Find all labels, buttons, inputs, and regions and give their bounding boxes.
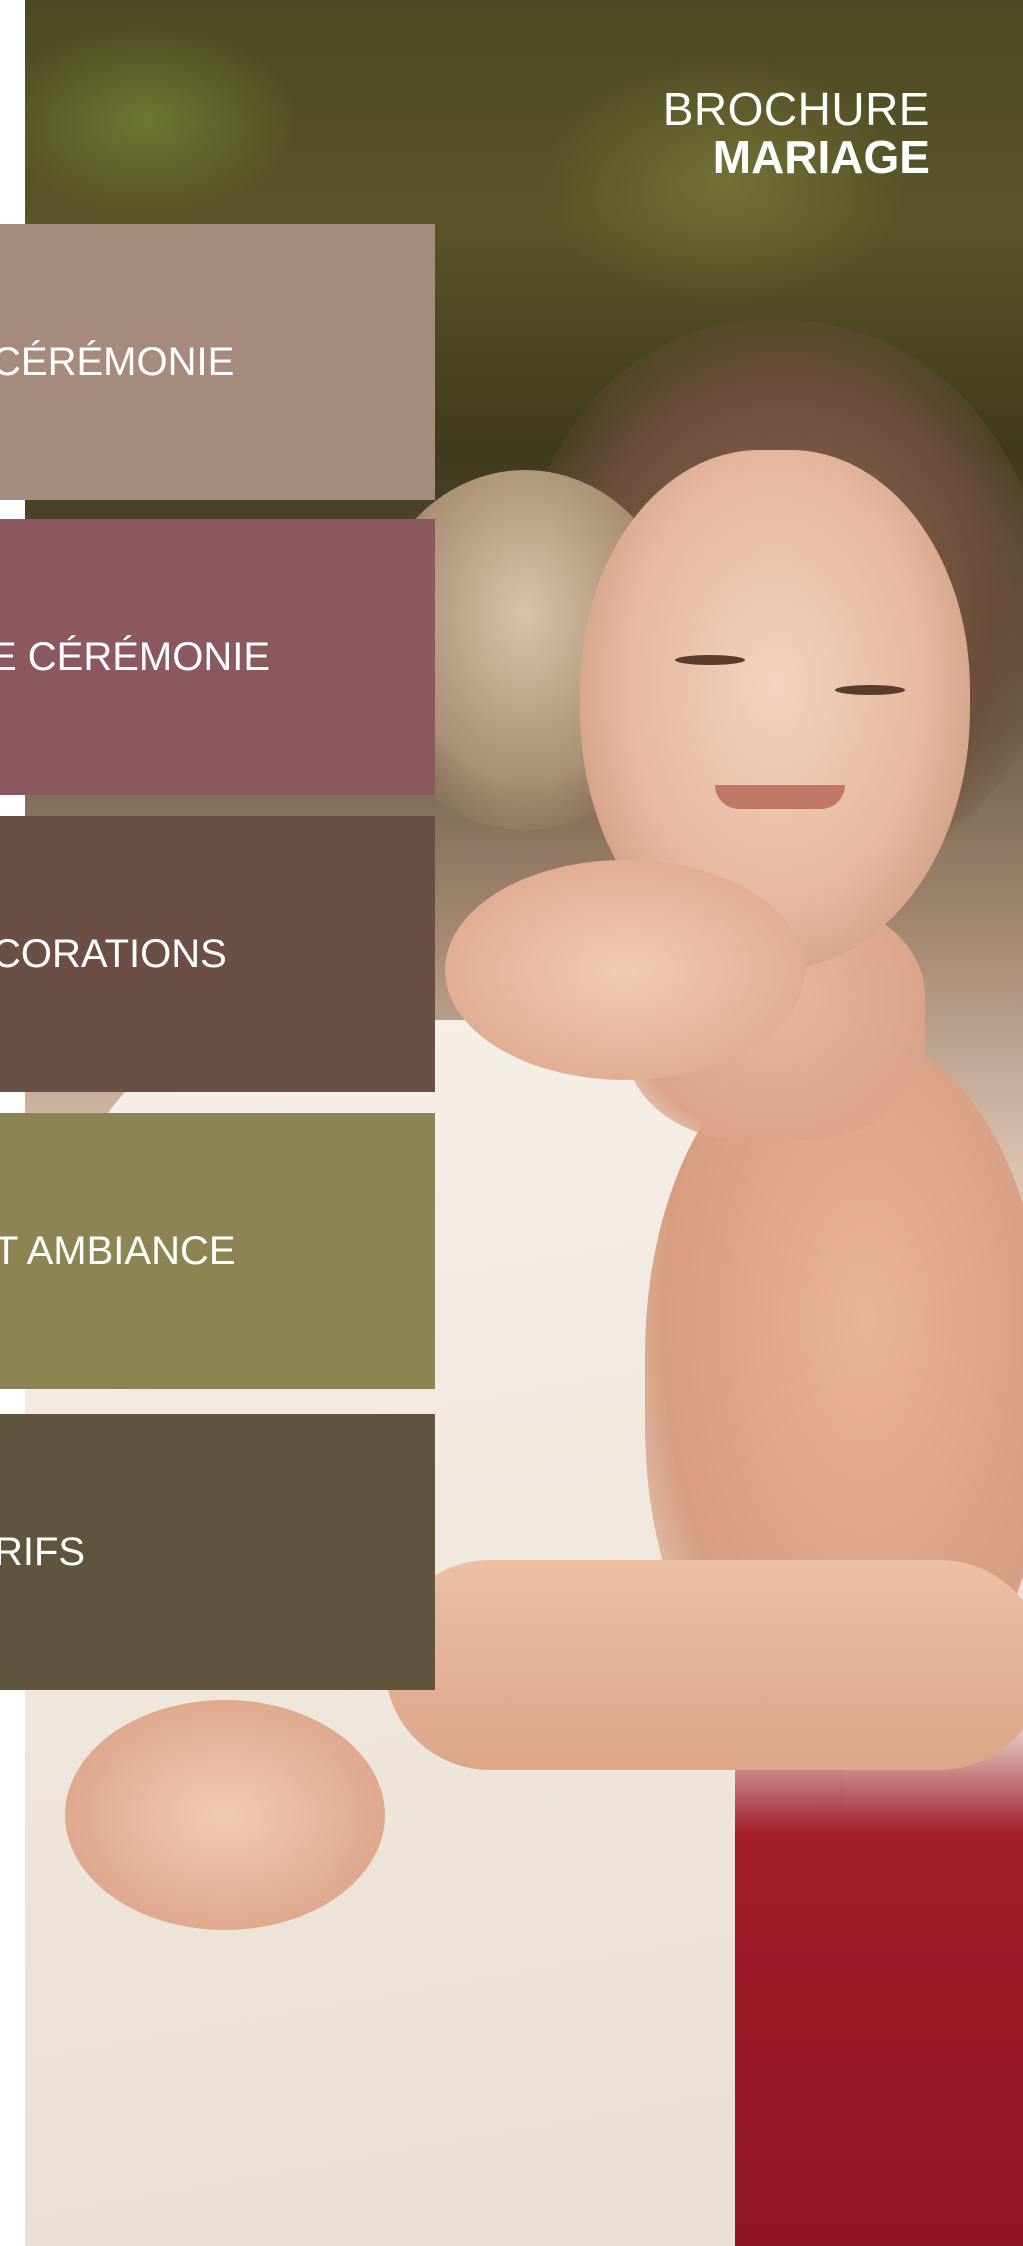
section-block-decorations[interactable]: CORATIONS xyxy=(0,816,435,1092)
brochure-title-line2: MARIAGE xyxy=(712,131,930,183)
section-block-tarifs[interactable]: RIFS xyxy=(0,1414,435,1690)
section-block-deroulement[interactable]: E CÉRÉMONIE xyxy=(0,519,435,795)
section-block-ceremonie[interactable]: CÉRÉMONIE xyxy=(0,224,435,500)
hand-shape xyxy=(65,1700,385,1930)
section-label: T AMBIANCE xyxy=(0,1228,236,1273)
eye-shape xyxy=(675,655,745,665)
section-label: CÉRÉMONIE xyxy=(0,339,235,384)
arm-shape xyxy=(385,1560,1023,1770)
section-block-ambiance[interactable]: T AMBIANCE xyxy=(0,1113,435,1389)
brochure-title-line1: BROCHURE xyxy=(662,83,930,135)
section-label: CORATIONS xyxy=(0,931,227,976)
eye-shape xyxy=(835,685,905,695)
section-label: E CÉRÉMONIE xyxy=(0,634,271,679)
brochure-title: BROCHURE MARIAGE xyxy=(663,86,930,182)
section-label: RIFS xyxy=(0,1529,86,1574)
hand-shape xyxy=(445,860,805,1080)
smile-shape xyxy=(715,785,845,809)
